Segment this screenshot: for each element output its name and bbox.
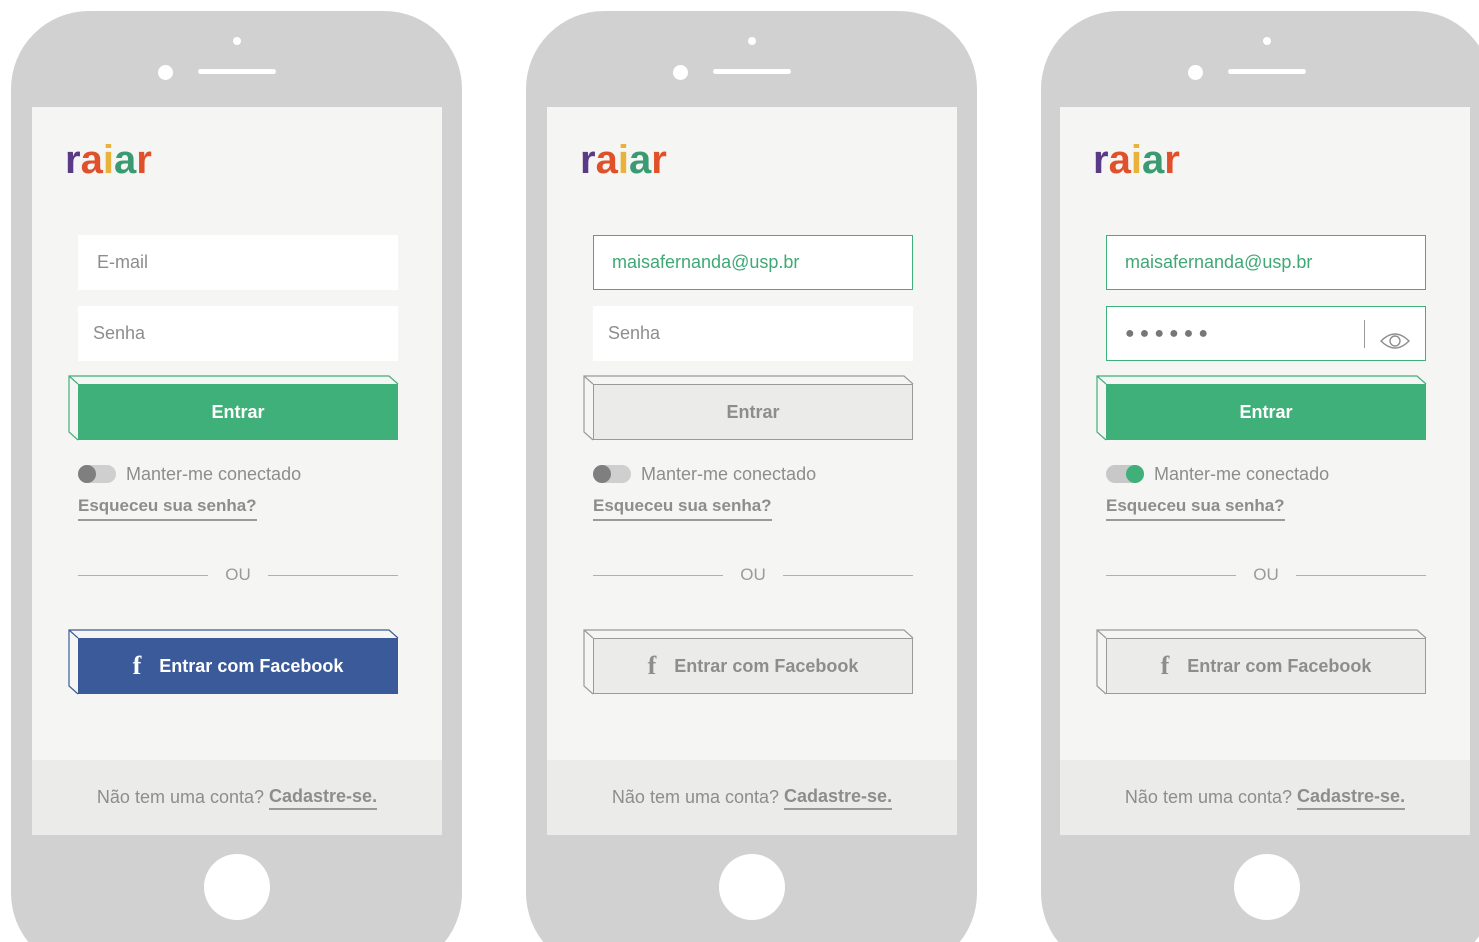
speaker-grille xyxy=(713,69,791,74)
or-divider: OU xyxy=(593,565,913,585)
toggle-knob xyxy=(593,465,611,483)
signup-footer: Não tem uma conta? Cadastre-se. xyxy=(547,760,957,835)
signup-footer: Não tem uma conta? Cadastre-se. xyxy=(1060,760,1470,835)
sensor-dot xyxy=(1263,37,1271,45)
facebook-icon: f xyxy=(647,651,657,680)
field-separator xyxy=(1364,320,1365,348)
keep-connected-toggle[interactable] xyxy=(1106,465,1144,483)
forgot-password-link[interactable]: Esqueceu sua senha? xyxy=(1106,496,1285,521)
facebook-login-button[interactable]: f Entrar com Facebook xyxy=(1096,629,1427,695)
toggle-knob xyxy=(78,465,96,483)
forgot-password-link[interactable]: Esqueceu sua senha? xyxy=(78,496,257,521)
facebook-button-label: Entrar com Facebook xyxy=(674,655,859,676)
facebook-login-button[interactable]: f Entrar com Facebook xyxy=(583,629,914,695)
facebook-button-label: Entrar com Facebook xyxy=(1187,655,1372,676)
phone-frame-1: raiar E-mail Senha Entrar Manter-me cone… xyxy=(11,11,462,942)
signup-link[interactable]: Cadastre-se. xyxy=(269,786,378,810)
facebook-button-face: f Entrar com Facebook xyxy=(1106,638,1426,694)
signup-link[interactable]: Cadastre-se. xyxy=(784,786,893,810)
login-screen-3: raiar maisafernanda@usp.br ●●●●●● Entrar… xyxy=(1060,107,1470,835)
or-divider: OU xyxy=(1106,565,1426,585)
app-logo: raiar xyxy=(580,138,667,182)
facebook-icon: f xyxy=(132,651,142,680)
password-field[interactable]: Senha xyxy=(78,306,398,361)
login-button-label: Entrar xyxy=(1106,384,1426,440)
login-button[interactable]: Entrar xyxy=(583,375,914,441)
facebook-button-label: Entrar com Facebook xyxy=(159,655,344,676)
password-dots: ●●●●●● xyxy=(1125,325,1213,342)
email-field[interactable]: maisafernanda@usp.br xyxy=(1106,235,1426,290)
login-screen-2: raiar maisafernanda@usp.br Senha Entrar … xyxy=(547,107,957,835)
signup-prompt: Não tem uma conta? xyxy=(611,787,780,807)
home-button[interactable] xyxy=(204,854,270,920)
facebook-login-button[interactable]: f Entrar com Facebook xyxy=(68,629,399,695)
login-screen-1: raiar E-mail Senha Entrar Manter-me cone… xyxy=(32,107,442,835)
signup-prompt: Não tem uma conta? xyxy=(1124,787,1293,807)
app-logo: raiar xyxy=(1093,138,1180,182)
keep-connected-row: Manter-me conectado xyxy=(593,463,816,485)
keep-connected-toggle[interactable] xyxy=(593,465,631,483)
signup-prompt: Não tem uma conta? xyxy=(96,787,265,807)
login-button-label: Entrar xyxy=(78,384,398,440)
forgot-password-link[interactable]: Esqueceu sua senha? xyxy=(593,496,772,521)
facebook-button-face: f Entrar com Facebook xyxy=(593,638,913,694)
divider-line xyxy=(268,575,398,576)
phone-frame-3: raiar maisafernanda@usp.br ●●●●●● Entrar… xyxy=(1041,11,1479,942)
login-button[interactable]: Entrar xyxy=(1096,375,1427,441)
camera-icon xyxy=(158,65,173,80)
sensor-dot xyxy=(233,37,241,45)
facebook-icon: f xyxy=(1160,651,1170,680)
camera-icon xyxy=(673,65,688,80)
eye-icon[interactable] xyxy=(1379,321,1411,374)
email-field[interactable]: maisafernanda@usp.br xyxy=(593,235,913,290)
speaker-grille xyxy=(198,69,276,74)
camera-icon xyxy=(1188,65,1203,80)
login-button-label: Entrar xyxy=(593,384,913,440)
signup-footer: Não tem uma conta? Cadastre-se. xyxy=(32,760,442,835)
speaker-grille xyxy=(1228,69,1306,74)
email-field[interactable]: E-mail xyxy=(78,235,398,290)
app-logo: raiar xyxy=(65,138,152,182)
divider-line xyxy=(783,575,913,576)
sensor-dot xyxy=(748,37,756,45)
toggle-knob xyxy=(1126,465,1144,483)
keep-connected-row: Manter-me conectado xyxy=(78,463,301,485)
password-field[interactable]: Senha xyxy=(593,306,913,361)
keep-connected-label: Manter-me conectado xyxy=(1154,463,1330,484)
login-button[interactable]: Entrar xyxy=(68,375,399,441)
home-button[interactable] xyxy=(719,854,785,920)
keep-connected-row: Manter-me conectado xyxy=(1106,463,1329,485)
or-divider: OU xyxy=(78,565,398,585)
divider-line xyxy=(1296,575,1426,576)
facebook-button-face: f Entrar com Facebook xyxy=(78,638,398,694)
signup-link[interactable]: Cadastre-se. xyxy=(1297,786,1406,810)
keep-connected-label: Manter-me conectado xyxy=(126,463,302,484)
password-field[interactable]: ●●●●●● xyxy=(1106,306,1426,361)
keep-connected-label: Manter-me conectado xyxy=(641,463,817,484)
keep-connected-toggle[interactable] xyxy=(78,465,116,483)
phone-frame-2: raiar maisafernanda@usp.br Senha Entrar … xyxy=(526,11,977,942)
home-button[interactable] xyxy=(1234,854,1300,920)
